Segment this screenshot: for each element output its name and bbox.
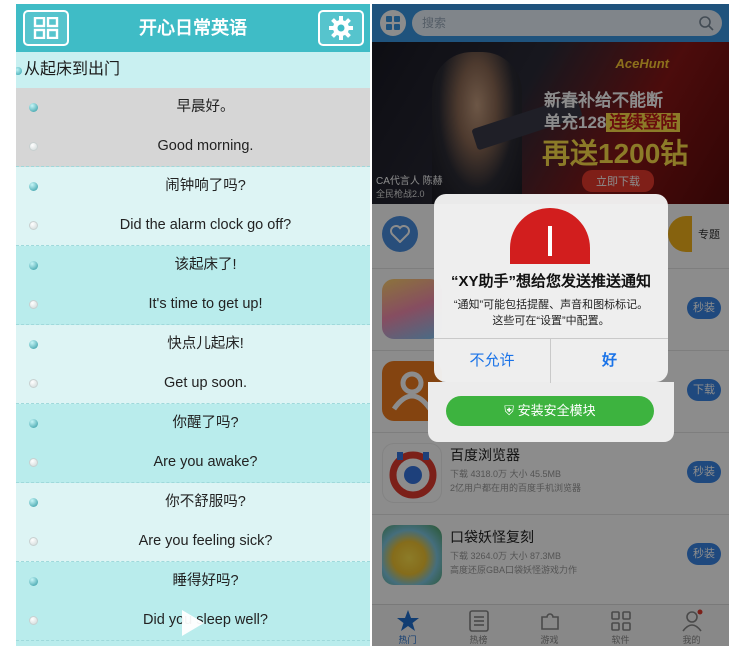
divider <box>16 640 370 641</box>
section-bullet-icon <box>16 67 22 75</box>
phrase-item[interactable]: 你不舒服吗? Are you feeling sick? <box>16 483 370 562</box>
alert-body: “XY助手”想给您发送推送通知 “通知”可能包括提醒、声音和图标标记。 这些可在… <box>434 194 668 338</box>
chinese-line[interactable]: 你醒了吗? <box>16 404 370 443</box>
allow-button[interactable]: 好 <box>551 339 668 383</box>
bullet-icon <box>29 340 38 349</box>
english-line[interactable]: Are you awake? <box>16 443 370 482</box>
chinese-line[interactable]: 睡得好吗? <box>16 562 370 601</box>
phrase-item[interactable]: 早晨好。 Good morning. <box>16 88 370 167</box>
play-icon[interactable] <box>182 610 204 636</box>
english-text: Are you feeling sick? <box>138 533 273 549</box>
chinese-line[interactable]: 你不舒服吗? <box>16 483 370 522</box>
alert-message-line1: “通知”可能包括提醒、声音和图标标记。 <box>453 299 649 311</box>
section-title: 从起床到出门 <box>24 61 121 78</box>
phrase-item[interactable]: 闹钟响了吗? Did the alarm clock go off? <box>16 167 370 246</box>
bullet-icon <box>29 103 38 112</box>
alert-title: “XY助手”想给您发送推送通知 <box>450 273 651 290</box>
english-app-screen: 开心日常英语 从起床到出门 早晨好。 Good morning. 闹钟响了吗? … <box>16 4 370 646</box>
english-app-header: 开心日常英语 <box>16 4 370 52</box>
install-security-button[interactable]: ⛨ 安装安全模块 <box>446 396 654 426</box>
install-security-label: 安装安全模块 <box>517 403 596 418</box>
english-line[interactable]: Did the alarm clock go off? <box>16 206 370 245</box>
chinese-line[interactable]: 该起床了! <box>16 246 370 285</box>
gear-icon <box>329 16 353 40</box>
bullet-icon <box>29 419 38 428</box>
bullet-icon <box>29 261 38 270</box>
english-line[interactable]: It's time to get up! <box>16 285 370 324</box>
chinese-text: 你醒了吗? <box>172 415 239 431</box>
english-text: Did you sleep well? <box>143 612 268 628</box>
english-line[interactable]: Are you feeling sick? <box>16 522 370 561</box>
bullet-icon <box>29 577 38 586</box>
chinese-text: 该起床了! <box>174 257 237 273</box>
chinese-line[interactable]: 闹钟响了吗? <box>16 167 370 206</box>
phrase-item[interactable]: 快点儿起床! Get up soon. <box>16 325 370 404</box>
alert-message-line2: 这些可在“设置”中配置。 <box>492 315 610 327</box>
bullet-icon <box>29 498 38 507</box>
app-store-screen: 搜索 AceHunt 新春补给不能断 单充128 连续登陆 再送1200钻 立即下… <box>372 4 729 646</box>
section-header[interactable]: 从起床到出门 <box>16 52 370 88</box>
english-text: Get up soon. <box>163 375 248 391</box>
chinese-line[interactable]: 快点儿起床! <box>16 325 370 364</box>
bullet-icon <box>29 537 38 546</box>
phrase-item[interactable]: 你醒了吗? Are you awake? <box>16 404 370 483</box>
alert-buttons: 不允许 好 <box>434 338 668 383</box>
chinese-text: 闹钟响了吗? <box>165 178 246 194</box>
bullet-icon <box>29 221 38 230</box>
warning-icon <box>510 208 590 264</box>
phrase-list: 早晨好。 Good morning. 闹钟响了吗? Did the alarm clo… <box>16 88 370 641</box>
english-line[interactable]: Get up soon. <box>16 364 370 403</box>
bullet-icon <box>29 616 38 625</box>
bullet-icon <box>29 300 38 309</box>
chinese-line[interactable]: 早晨好。 <box>16 88 370 127</box>
phrase-item[interactable]: 该起床了! It's time to get up! <box>16 246 370 325</box>
push-notification-alert: “XY助手”想给您发送推送通知 “通知”可能包括提醒、声音和图标标记。 这些可在… <box>428 194 674 442</box>
chinese-text: 快点儿起床! <box>167 336 244 352</box>
deny-button[interactable]: 不允许 <box>434 339 551 383</box>
english-text: Did the alarm clock go off? <box>119 217 292 233</box>
bullet-icon <box>29 142 38 151</box>
shield-icon: ⛨ <box>504 403 518 418</box>
chinese-text: 早晨好。 <box>176 99 235 115</box>
bullet-icon <box>29 182 38 191</box>
chinese-text: 你不舒服吗? <box>165 494 246 510</box>
english-text: Good morning. <box>157 138 254 154</box>
bullet-icon <box>29 458 38 467</box>
bullet-icon <box>29 379 38 388</box>
english-text: Are you awake? <box>153 454 258 470</box>
chinese-text: 睡得好吗? <box>172 573 239 589</box>
english-line[interactable]: Good morning. <box>16 127 370 166</box>
english-app-title: 开心日常英语 <box>139 18 247 38</box>
english-text: It's time to get up! <box>148 296 263 312</box>
settings-button[interactable] <box>318 10 364 46</box>
